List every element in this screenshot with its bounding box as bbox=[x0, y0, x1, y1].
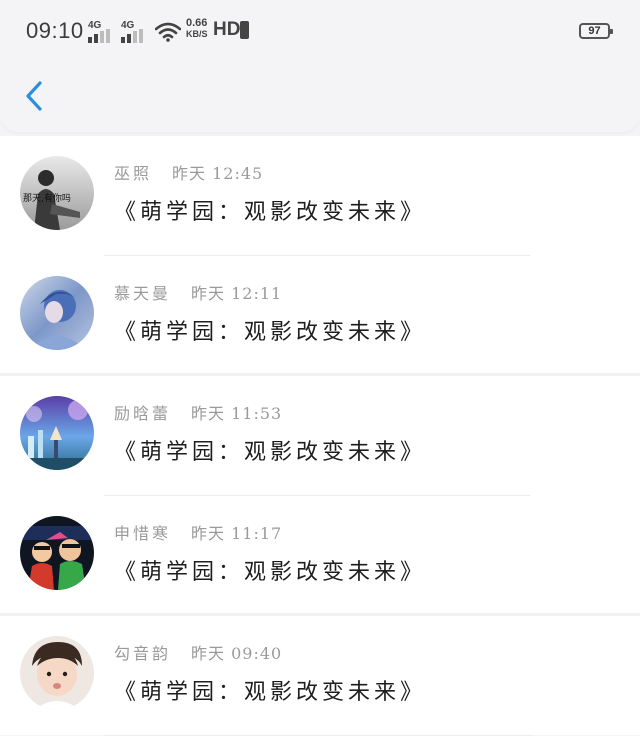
list-item[interactable]: 励晗蕾 昨天 11:53 《萌学园：观影改变未来》 bbox=[0, 376, 640, 496]
avatar-boy-photo-icon bbox=[20, 636, 94, 710]
back-button[interactable] bbox=[16, 76, 56, 116]
signal-bars-icon bbox=[121, 29, 143, 43]
story-list: 那天,有你吗 巫照 昨天 12:45 《萌学园：观影改变未来》 慕天曼 昨天 1… bbox=[0, 136, 640, 736]
battery-icon: 97 bbox=[579, 23, 613, 39]
author-name: 勾音韵 bbox=[114, 644, 172, 663]
story-title[interactable]: 《萌学园：观影改变未来》 bbox=[114, 674, 426, 706]
item-meta: 励晗蕾 昨天 11:53 bbox=[114, 400, 282, 424]
avatar[interactable]: 那天,有你吗 bbox=[20, 156, 94, 230]
author-name: 巫照 bbox=[114, 164, 153, 183]
story-title[interactable]: 《萌学园：观影改变未来》 bbox=[114, 194, 426, 226]
battery-level: 97 bbox=[588, 25, 601, 37]
avatar-anime-scenery-icon bbox=[20, 396, 94, 470]
post-time: 昨天 11:53 bbox=[191, 404, 283, 423]
list-item[interactable]: 慕天曼 昨天 12:11 《萌学园：观影改变未来》 bbox=[0, 256, 640, 376]
story-title[interactable]: 《萌学园：观影改变未来》 bbox=[114, 554, 426, 586]
avatar[interactable] bbox=[20, 516, 94, 590]
status-time: 09:10 bbox=[26, 18, 84, 43]
post-time: 昨天 12:11 bbox=[191, 284, 283, 303]
avatar[interactable] bbox=[20, 276, 94, 350]
story-title[interactable]: 《萌学园：观影改变未来》 bbox=[114, 434, 426, 466]
post-time: 昨天 11:17 bbox=[191, 524, 283, 543]
wifi-icon bbox=[155, 22, 181, 42]
item-meta: 勾音韵 昨天 09:40 bbox=[114, 640, 282, 664]
author-name: 申惜寒 bbox=[114, 524, 172, 543]
list-item[interactable]: 那天,有你吗 巫照 昨天 12:45 《萌学园：观影改变未来》 bbox=[0, 136, 640, 256]
status-bar: 09:10 4G 4G 0.66 KB/S HD 97 bbox=[0, 0, 640, 62]
chevron-left-icon bbox=[26, 81, 42, 111]
author-name: 慕天曼 bbox=[114, 284, 172, 303]
avatar-blue-illustration-icon bbox=[20, 276, 94, 350]
item-meta: 慕天曼 昨天 12:11 bbox=[114, 280, 282, 304]
avatar-girl-with-text-icon: 那天,有你吗 bbox=[20, 156, 94, 230]
list-item[interactable]: 勾音韵 昨天 09:40 《萌学园：观影改变未来》 bbox=[0, 616, 640, 736]
item-meta: 巫照 昨天 12:45 bbox=[114, 160, 263, 184]
list-item[interactable]: 申惜寒 昨天 11:17 《萌学园：观影改变未来》 bbox=[0, 496, 640, 616]
network-speed: 0.66 KB/S bbox=[186, 18, 208, 40]
avatar-caption: 那天,有你吗 bbox=[23, 192, 71, 204]
post-time: 昨天 12:45 bbox=[172, 164, 264, 183]
item-meta: 申惜寒 昨天 11:17 bbox=[114, 520, 282, 544]
author-name: 励晗蕾 bbox=[114, 404, 172, 423]
network-speed-unit: KB/S bbox=[186, 29, 208, 39]
avatar[interactable] bbox=[20, 636, 94, 710]
hd-voice-indicator: HD bbox=[213, 19, 241, 40]
network-speed-value: 0.66 bbox=[186, 17, 208, 29]
avatar-cartoon-group-icon bbox=[20, 516, 94, 590]
signal-bars-icon bbox=[88, 29, 110, 43]
avatar[interactable] bbox=[20, 396, 94, 470]
post-time: 昨天 09:40 bbox=[191, 644, 283, 663]
story-title[interactable]: 《萌学园：观影改变未来》 bbox=[114, 314, 426, 346]
header-bar bbox=[0, 62, 640, 132]
hd-voice-icon bbox=[240, 21, 249, 39]
